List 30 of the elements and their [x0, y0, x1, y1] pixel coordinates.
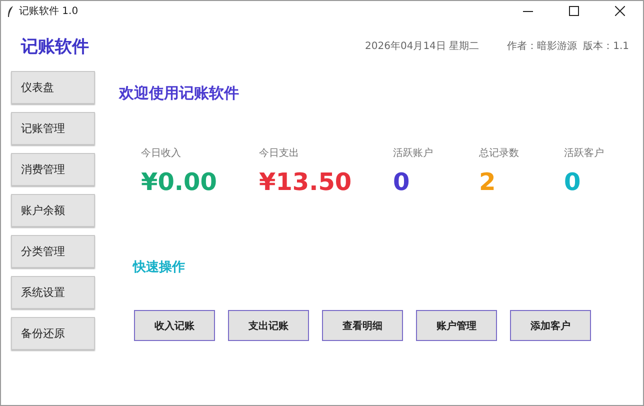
section-heading: 快速操作	[133, 259, 186, 276]
quick-action-button[interactable]: 收入记账	[134, 310, 215, 341]
stat-label: 活跃账户	[393, 146, 434, 160]
sidebar-button[interactable]: 系统设置	[11, 276, 95, 309]
stat-value: 0	[564, 168, 582, 196]
sidebar-button[interactable]: 备份还原	[11, 317, 95, 350]
sidebar-button[interactable]: 分类管理	[11, 235, 95, 268]
stat-value: 0	[393, 168, 411, 196]
sidebar-button[interactable]: 账户余额	[11, 194, 95, 227]
stat-value: 2	[479, 168, 497, 196]
stat-value: ¥13.50	[259, 168, 353, 196]
stat-label: 总记录数	[479, 146, 520, 160]
date-text: 2026年04月14日 星期二	[365, 40, 480, 53]
sidebar-button[interactable]: 记账管理	[11, 112, 95, 145]
stat-label: 今日收入	[141, 146, 182, 160]
version-text: 版本：1.1	[583, 40, 629, 53]
stat-value: ¥0.00	[141, 168, 218, 196]
window-title: 记账软件 1.0	[19, 4, 80, 18]
quick-action-button[interactable]: 账户管理	[416, 310, 497, 341]
sidebar-button[interactable]: 消费管理	[11, 153, 95, 186]
app-name: 记账软件	[21, 36, 90, 58]
welcome-heading: 欢迎使用记账软件	[119, 84, 240, 103]
stat-label: 今日支出	[259, 146, 300, 160]
quick-action-button[interactable]: 查看明细	[322, 310, 403, 341]
stat-label: 活跃客户	[564, 146, 605, 160]
quick-action-button[interactable]: 支出记账	[228, 310, 309, 341]
sidebar-button[interactable]: 仪表盘	[11, 71, 95, 104]
feather-icon	[7, 6, 14, 16]
quick-action-button[interactable]: 添加客户	[510, 310, 591, 341]
author-text: 作者：暗影游源	[507, 40, 578, 53]
